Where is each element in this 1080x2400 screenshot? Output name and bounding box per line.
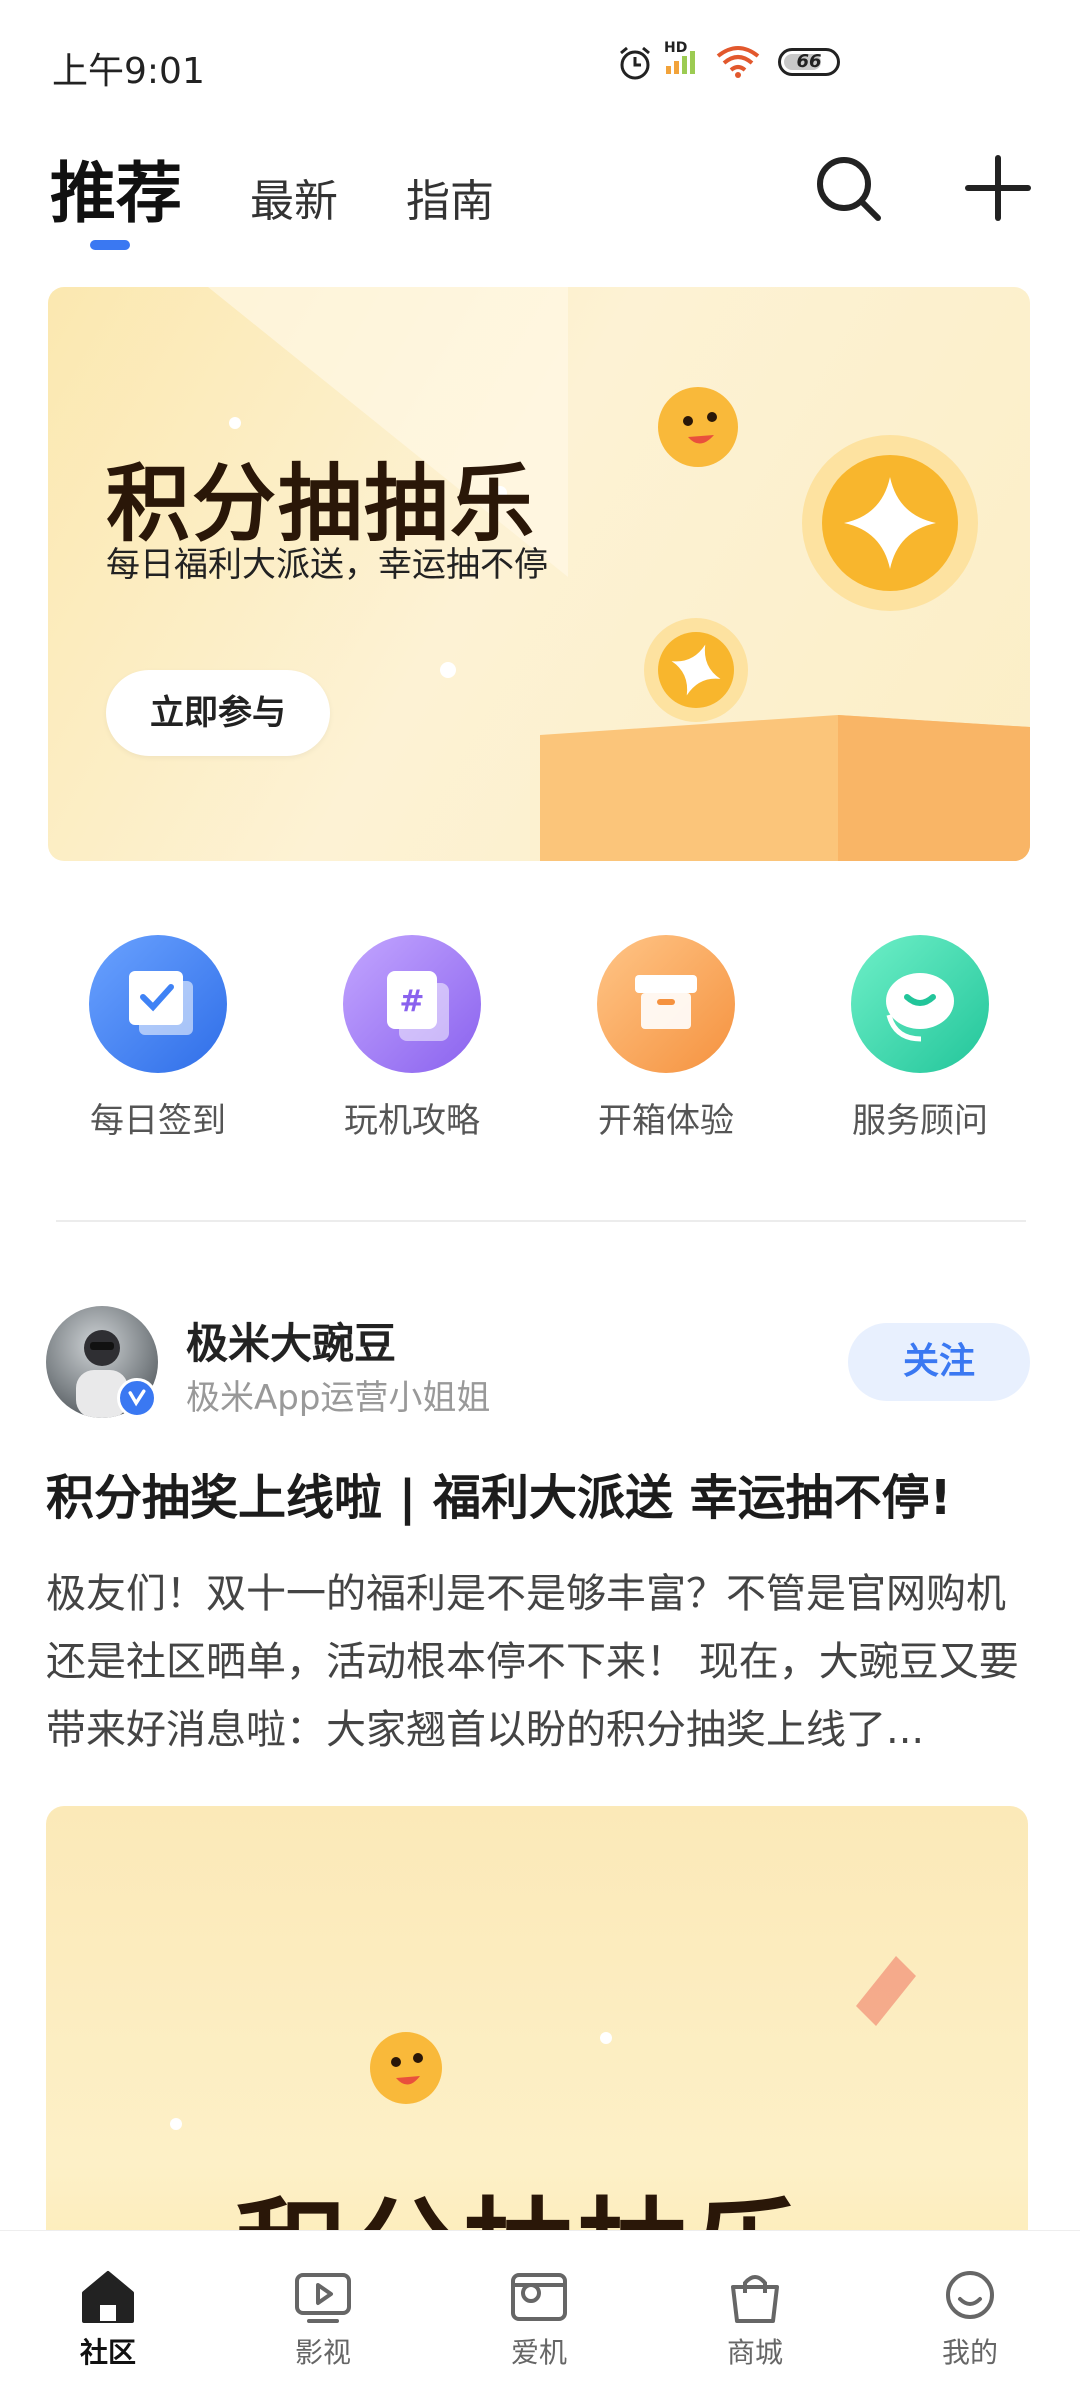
- quick-entry-unboxing[interactable]: 开箱体验: [556, 935, 776, 1142]
- tab-guide[interactable]: 指南: [406, 165, 494, 229]
- nav-label: 我的: [941, 2336, 998, 2369]
- svg-text:#: #: [399, 984, 424, 1019]
- play-icon: [295, 2273, 351, 2323]
- post-author-name[interactable]: 极米大豌豆: [186, 1310, 396, 1371]
- nav-profile[interactable]: 我的: [910, 2269, 1030, 2371]
- follow-button[interactable]: 关注: [848, 1323, 1030, 1401]
- join-now-button[interactable]: 立即参与: [106, 670, 330, 756]
- banner-subtitle: 每日福利大派送，幸运抽不停: [106, 545, 548, 585]
- search-icon[interactable]: [808, 148, 888, 228]
- nav-device[interactable]: 爱机: [479, 2269, 599, 2371]
- status-time: 上午9:01: [52, 51, 205, 92]
- post-excerpt[interactable]: 极友们！双十一的福利是不是够丰富？不管是官网购机还是社区晒单，活动根本停不下来！…: [46, 1560, 1036, 1764]
- quick-entry-guide[interactable]: # 玩机攻略: [302, 935, 522, 1142]
- section-divider: [56, 1220, 1026, 1222]
- quick-entry-label: 每日签到: [90, 1101, 226, 1141]
- shopping-bag-icon: [731, 2275, 779, 2323]
- verified-badge-icon: [117, 1378, 157, 1418]
- tab-latest[interactable]: 最新: [250, 165, 338, 229]
- quick-entry-label: 玩机攻略: [344, 1101, 480, 1141]
- active-tab-indicator: [90, 240, 130, 250]
- status-bar: 上午9:01 HD 66: [0, 0, 1080, 125]
- tab-recommended[interactable]: 推荐: [50, 140, 182, 236]
- bottom-nav: 社区 影视 爱机 商城 我的: [0, 2230, 1080, 2400]
- nav-label: 商城: [726, 2336, 783, 2369]
- post-title[interactable]: 积分抽奖上线啦 | 福利大派送 幸运抽不停!: [46, 1470, 1036, 1526]
- alarm-icon: [620, 46, 650, 80]
- projector-icon: [511, 2273, 567, 2321]
- profile-icon: [946, 2271, 994, 2319]
- battery-icon: 66: [778, 48, 840, 76]
- header-tabs: 推荐 最新 指南: [50, 140, 562, 240]
- support-icon: [851, 935, 989, 1073]
- post-author-role: 极米App运营小姐姐: [186, 1378, 491, 1418]
- quick-entry-label: 开箱体验: [598, 1101, 734, 1141]
- nav-label: 爱机: [510, 2336, 567, 2369]
- checkin-icon: [89, 935, 227, 1073]
- quick-entry-checkin[interactable]: 每日签到: [48, 935, 268, 1142]
- hashtag-icon: #: [343, 935, 481, 1073]
- quick-entries: 每日签到 # 玩机攻略 开箱体验 服务顾问: [48, 935, 1030, 1141]
- wifi-icon: [716, 46, 760, 78]
- nav-video[interactable]: 影视: [263, 2269, 383, 2371]
- promo-banner[interactable]: 积分抽抽乐 每日福利大派送，幸运抽不停 立即参与: [48, 287, 1030, 861]
- home-icon: [82, 2271, 134, 2323]
- quick-entry-label: 服务顾问: [852, 1101, 988, 1141]
- nav-label: 社区: [79, 2336, 136, 2369]
- plus-icon[interactable]: [958, 148, 1038, 228]
- nav-community[interactable]: 社区: [48, 2269, 168, 2371]
- signal-icon: [666, 51, 695, 74]
- nav-label: 影视: [294, 2336, 351, 2369]
- nav-store[interactable]: 商城: [695, 2269, 815, 2371]
- quick-entry-service[interactable]: 服务顾问: [810, 935, 1030, 1142]
- gift-box-icon: [597, 935, 735, 1073]
